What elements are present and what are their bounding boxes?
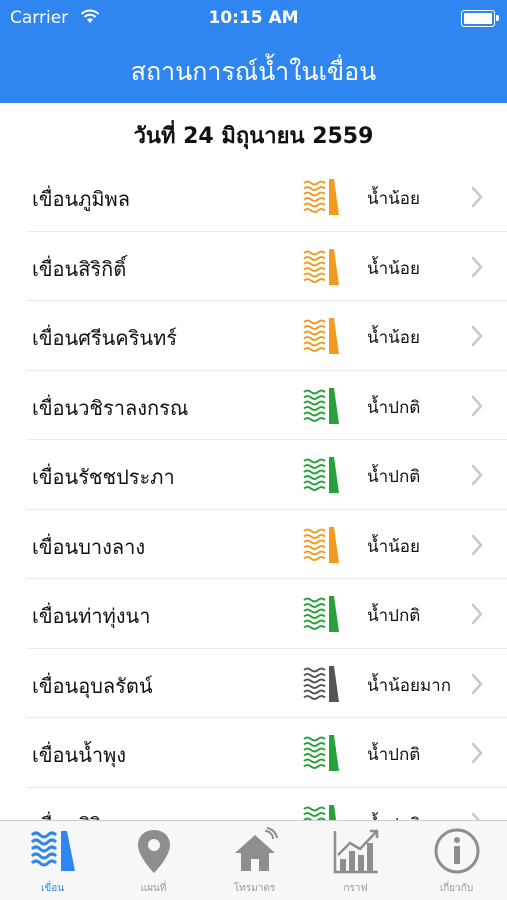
chevron-right-icon xyxy=(471,186,483,208)
dam-name: เขื่อนสิรินธร xyxy=(32,809,138,821)
dam-name: เขื่อนสิริกิติ์ xyxy=(32,256,127,281)
clock: 10:15 AM xyxy=(208,8,299,28)
graph-icon xyxy=(305,827,406,875)
dam-name: เขื่อนบางลาง xyxy=(32,534,146,559)
chevron-right-icon xyxy=(471,395,483,416)
battery-icon xyxy=(461,10,499,27)
tab-graph[interactable]: กราฟ xyxy=(305,821,406,900)
status-bar: Carrier 10:15 AM xyxy=(0,0,507,36)
water-level-icon xyxy=(302,525,340,565)
water-level-icon xyxy=(302,177,340,217)
page-title: สถานการณ์น้ำในเขื่อน xyxy=(130,57,377,86)
chevron-right-icon xyxy=(471,603,483,625)
app-header: Carrier 10:15 AM สถานการณ์น้ำในเขื่อน xyxy=(0,0,507,103)
chevron-right-icon xyxy=(471,812,481,820)
water-status: น้ำปกติ xyxy=(367,467,421,487)
water-level-icon xyxy=(302,455,340,495)
dam-name: เขื่อนวชิราลงกรณ xyxy=(32,395,189,420)
water-status: น้ำปกติ xyxy=(367,606,421,626)
tab-label: โทรมาตร xyxy=(233,883,276,894)
map-pin-icon xyxy=(103,827,204,875)
water-level-icon xyxy=(302,386,340,426)
water-status: น้ำน้อย xyxy=(367,536,420,557)
water-status: น้ำปกติ xyxy=(367,397,421,418)
dam-name: เขื่อนศรีนครินทร์ xyxy=(32,326,178,350)
dam-row[interactable]: เขื่อนภูมิพล น้ำน้อย xyxy=(27,162,507,232)
dam-row[interactable]: เขื่อนอุบลรัตน์ น้ำน้อยมาก xyxy=(27,649,507,718)
water-status: น้ำน้อย xyxy=(367,258,420,279)
water-status: น้ำน้อย xyxy=(367,189,420,209)
tab-info[interactable]: เกี่ยวกับ xyxy=(406,821,507,900)
dam-row[interactable]: เขื่อนรัชชประภา น้ำปกติ xyxy=(27,440,507,510)
water-level-icon xyxy=(302,664,340,704)
dam-name: เขื่อนอุบลรัตน์ xyxy=(32,673,153,698)
dam-name: เขื่อนภูมิพล xyxy=(32,187,130,211)
tab-label: แผนที่ xyxy=(140,883,167,894)
dam-row[interactable]: เขื่อนน้ำพุง น้ำปกติ xyxy=(27,718,507,788)
dam-row[interactable]: เขื่อนบางลาง น้ำน้อย xyxy=(27,510,507,579)
dam-name: เขื่อนน้ำพุง xyxy=(32,743,127,767)
water-level-icon xyxy=(302,594,340,634)
tab-bar: เขื่อน แผนที่ โทรมาตร กราฟ เกี่ยวกับ xyxy=(0,820,507,900)
dam-row[interactable]: เขื่อนศรีนครินทร์ น้ำน้อย xyxy=(27,301,507,371)
tab-dam[interactable]: เขื่อน xyxy=(2,821,103,900)
chevron-right-icon xyxy=(471,673,483,694)
dam-name: เขื่อนรัชชประภา xyxy=(32,465,175,489)
tab-map-pin[interactable]: แผนที่ xyxy=(103,821,204,900)
tab-telemetry-house[interactable]: โทรมาตร xyxy=(204,821,305,900)
water-status: น้ำน้อย xyxy=(367,328,420,348)
tab-label: กราฟ xyxy=(343,883,368,894)
chevron-right-icon xyxy=(471,742,483,764)
report-date: วันที่ 24 มิถุนายน 2559 xyxy=(133,124,374,149)
water-status: น้ำปกติ xyxy=(367,811,420,821)
telemetry-house-icon xyxy=(204,827,305,875)
info-icon xyxy=(406,827,507,875)
tab-label: เกี่ยวกับ xyxy=(439,883,474,894)
dam-list: เขื่อนภูมิพล น้ำน้อย เขื่อนสิริกิติ์ น้ำน้อ… xyxy=(0,162,507,820)
dam-name: เขื่อนท่าทุ่งนา xyxy=(32,604,151,628)
water-status: น้ำปกติ xyxy=(367,745,421,765)
water-level-icon xyxy=(302,247,340,287)
water-level-icon xyxy=(302,733,340,773)
water-status: น้ำน้อยมาก xyxy=(367,675,452,696)
chevron-right-icon xyxy=(471,325,483,347)
chevron-right-icon xyxy=(471,534,483,555)
dam-row[interactable]: เขื่อนสิริกิติ์ น้ำน้อย xyxy=(27,232,507,301)
dam-row[interactable]: เขื่อนวชิราลงกรณ น้ำปกติ xyxy=(27,371,507,440)
dam-row[interactable]: เขื่อนสิรินธร น้ำปกติ xyxy=(27,788,507,821)
tab-label: เขื่อน xyxy=(40,883,65,894)
water-level-icon xyxy=(302,316,340,356)
water-level-icon xyxy=(302,803,340,820)
chevron-right-icon xyxy=(471,256,483,277)
chevron-right-icon xyxy=(471,464,483,486)
dam-row[interactable]: เขื่อนท่าทุ่งนา น้ำปกติ xyxy=(27,579,507,649)
dam-icon xyxy=(2,827,103,875)
